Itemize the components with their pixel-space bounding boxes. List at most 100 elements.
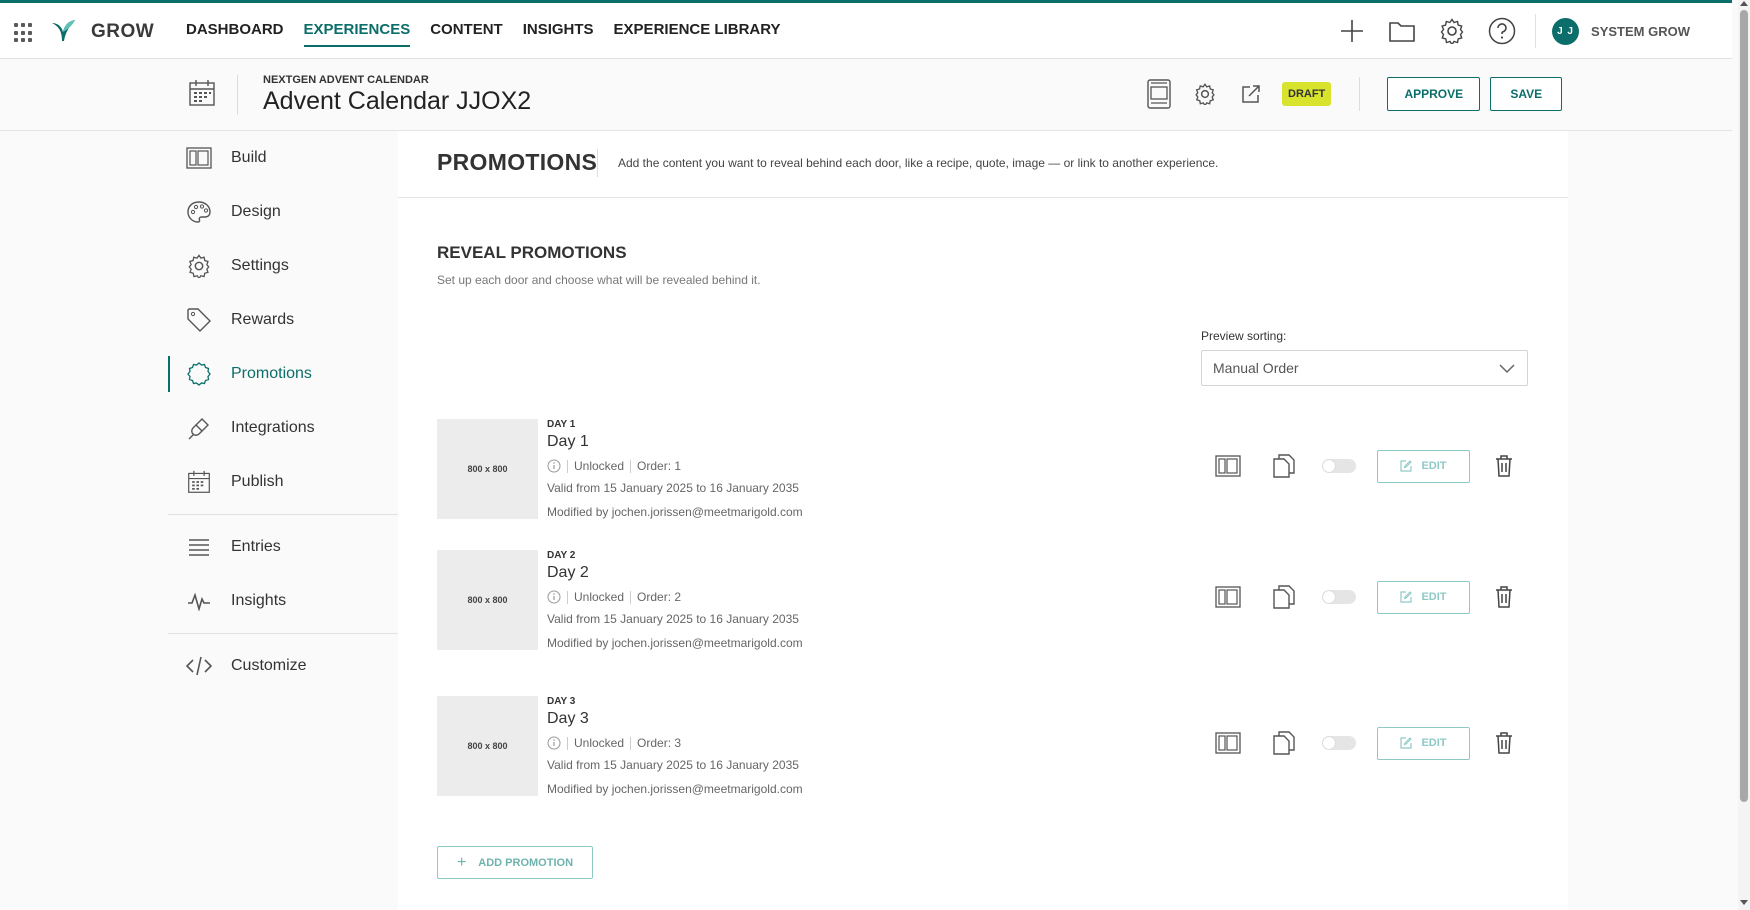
nav-insights[interactable]: INSIGHTS bbox=[523, 3, 594, 59]
list-item: 800 x 800 DAY 1 Day 1 Unlocked Order: 1 … bbox=[437, 414, 1527, 524]
sort-select[interactable]: Manual Order bbox=[1201, 350, 1528, 386]
sort-value: Manual Order bbox=[1213, 360, 1299, 376]
sidebar-item-label: Integrations bbox=[231, 419, 315, 436]
copy-icon[interactable] bbox=[1271, 584, 1297, 610]
section-description: Add the content you want to reveal behin… bbox=[618, 156, 1219, 170]
layout-icon[interactable] bbox=[1215, 453, 1241, 479]
help-icon[interactable] bbox=[1485, 14, 1519, 48]
promotion-validity: Valid from 15 January 2025 to 16 January… bbox=[547, 481, 799, 495]
sidebar: Build Design Settings Rewards Promotions… bbox=[168, 131, 398, 693]
trash-icon[interactable] bbox=[1491, 453, 1517, 479]
active-toggle[interactable] bbox=[1322, 736, 1356, 750]
scroll-up-icon[interactable] bbox=[1740, 1, 1748, 6]
promotion-thumbnail: 800 x 800 bbox=[437, 696, 538, 796]
sidebar-item-design[interactable]: Design bbox=[168, 185, 398, 239]
promotion-meta: Unlocked Order: 3 bbox=[547, 736, 681, 750]
header-actions: DRAFT APPROVE SAVE bbox=[1144, 76, 1563, 112]
apps-grid-icon[interactable] bbox=[14, 23, 34, 43]
copy-icon[interactable] bbox=[1271, 730, 1297, 756]
badge-icon bbox=[186, 361, 212, 387]
nav-dashboard[interactable]: DASHBOARD bbox=[186, 3, 284, 59]
nav-experiences[interactable]: EXPERIENCES bbox=[303, 3, 411, 47]
edit-icon bbox=[1400, 591, 1413, 603]
sort-label: Preview sorting: bbox=[1201, 329, 1287, 343]
promotion-meta: Unlocked Order: 1 bbox=[547, 459, 681, 473]
plug-icon bbox=[186, 415, 212, 441]
sidebar-item-insights[interactable]: Insights bbox=[168, 574, 398, 628]
divider bbox=[237, 75, 238, 115]
trash-icon[interactable] bbox=[1491, 730, 1517, 756]
info-icon[interactable] bbox=[547, 459, 561, 473]
divider bbox=[597, 149, 598, 177]
sidebar-item-rewards[interactable]: Rewards bbox=[168, 293, 398, 347]
top-bar: GROW DASHBOARD EXPERIENCES CONTENT INSIG… bbox=[0, 0, 1732, 59]
open-external-icon[interactable] bbox=[1236, 79, 1266, 109]
scroll-thumb[interactable] bbox=[1740, 10, 1748, 802]
promotion-title: Day 2 bbox=[547, 564, 589, 581]
gear-icon[interactable] bbox=[1435, 14, 1469, 48]
pulse-icon bbox=[186, 588, 212, 614]
promotion-state: Unlocked bbox=[574, 459, 625, 473]
save-button[interactable]: SAVE bbox=[1490, 77, 1563, 111]
sidebar-item-label: Promotions bbox=[231, 365, 312, 382]
section-header: PROMOTIONS Add the content you want to r… bbox=[398, 131, 1568, 198]
calendar-icon bbox=[188, 79, 216, 112]
settings-icon[interactable] bbox=[1190, 79, 1220, 109]
add-icon[interactable] bbox=[1335, 14, 1369, 48]
page-title: Advent Calendar JJOX2 bbox=[263, 87, 532, 115]
promotion-thumbnail: 800 x 800 bbox=[437, 550, 538, 650]
main-nav: DASHBOARD EXPERIENCES CONTENT INSIGHTS E… bbox=[186, 3, 801, 59]
trash-icon[interactable] bbox=[1491, 584, 1517, 610]
scroll-down-icon[interactable] bbox=[1740, 900, 1748, 905]
sidebar-item-customize[interactable]: Customize bbox=[168, 639, 398, 693]
palette-icon bbox=[186, 199, 212, 225]
edit-button[interactable]: EDIT bbox=[1377, 726, 1470, 760]
sidebar-item-label: Build bbox=[231, 149, 267, 166]
approve-button[interactable]: APPROVE bbox=[1387, 77, 1481, 111]
edit-icon bbox=[1400, 460, 1413, 472]
promotion-overline: DAY 1 bbox=[547, 419, 576, 430]
avatar[interactable]: J J bbox=[1552, 17, 1580, 45]
divider bbox=[168, 633, 398, 634]
code-icon bbox=[186, 653, 212, 679]
edit-icon bbox=[1400, 737, 1413, 749]
active-toggle[interactable] bbox=[1322, 590, 1356, 604]
preview-icon[interactable] bbox=[1144, 79, 1174, 109]
promotion-state: Unlocked bbox=[574, 590, 625, 604]
list-icon bbox=[186, 534, 212, 560]
sidebar-item-promotions[interactable]: Promotions bbox=[168, 347, 398, 401]
nav-content[interactable]: CONTENT bbox=[430, 3, 503, 59]
brand-name: GROW bbox=[91, 21, 155, 42]
sidebar-item-integrations[interactable]: Integrations bbox=[168, 401, 398, 455]
scrollbar[interactable] bbox=[1738, 0, 1750, 910]
grow-logo-icon[interactable] bbox=[48, 17, 78, 48]
chevron-down-icon bbox=[1499, 361, 1515, 377]
promotion-overline: DAY 3 bbox=[547, 696, 576, 707]
user-name[interactable]: SYSTEM GROW bbox=[1591, 24, 1690, 39]
layout-icon bbox=[186, 145, 212, 171]
layout-icon[interactable] bbox=[1215, 584, 1241, 610]
sidebar-item-entries[interactable]: Entries bbox=[168, 520, 398, 574]
folder-icon[interactable] bbox=[1385, 14, 1419, 48]
layout-icon[interactable] bbox=[1215, 730, 1241, 756]
copy-icon[interactable] bbox=[1271, 453, 1297, 479]
sidebar-item-label: Rewards bbox=[231, 311, 295, 328]
sidebar-item-label: Insights bbox=[231, 592, 287, 609]
edit-button[interactable]: EDIT bbox=[1377, 580, 1470, 614]
active-toggle[interactable] bbox=[1322, 459, 1356, 473]
edit-button[interactable]: EDIT bbox=[1377, 449, 1470, 483]
add-promotion-label: ADD PROMOTION bbox=[478, 856, 574, 869]
sidebar-item-publish[interactable]: Publish bbox=[168, 455, 398, 509]
edit-label: EDIT bbox=[1421, 460, 1447, 472]
sidebar-item-build[interactable]: Build bbox=[168, 131, 398, 185]
promotion-state: Unlocked bbox=[574, 736, 625, 750]
add-promotion-button[interactable]: + ADD PROMOTION bbox=[437, 846, 593, 879]
promotion-actions: EDIT bbox=[1215, 449, 1517, 483]
nav-experience-library[interactable]: EXPERIENCE LIBRARY bbox=[614, 3, 781, 59]
info-icon[interactable] bbox=[547, 736, 561, 750]
status-badge: DRAFT bbox=[1282, 82, 1332, 106]
sidebar-item-settings[interactable]: Settings bbox=[168, 239, 398, 293]
sidebar-item-label: Design bbox=[231, 203, 281, 220]
promotion-validity: Valid from 15 January 2025 to 16 January… bbox=[547, 612, 799, 626]
info-icon[interactable] bbox=[547, 590, 561, 604]
